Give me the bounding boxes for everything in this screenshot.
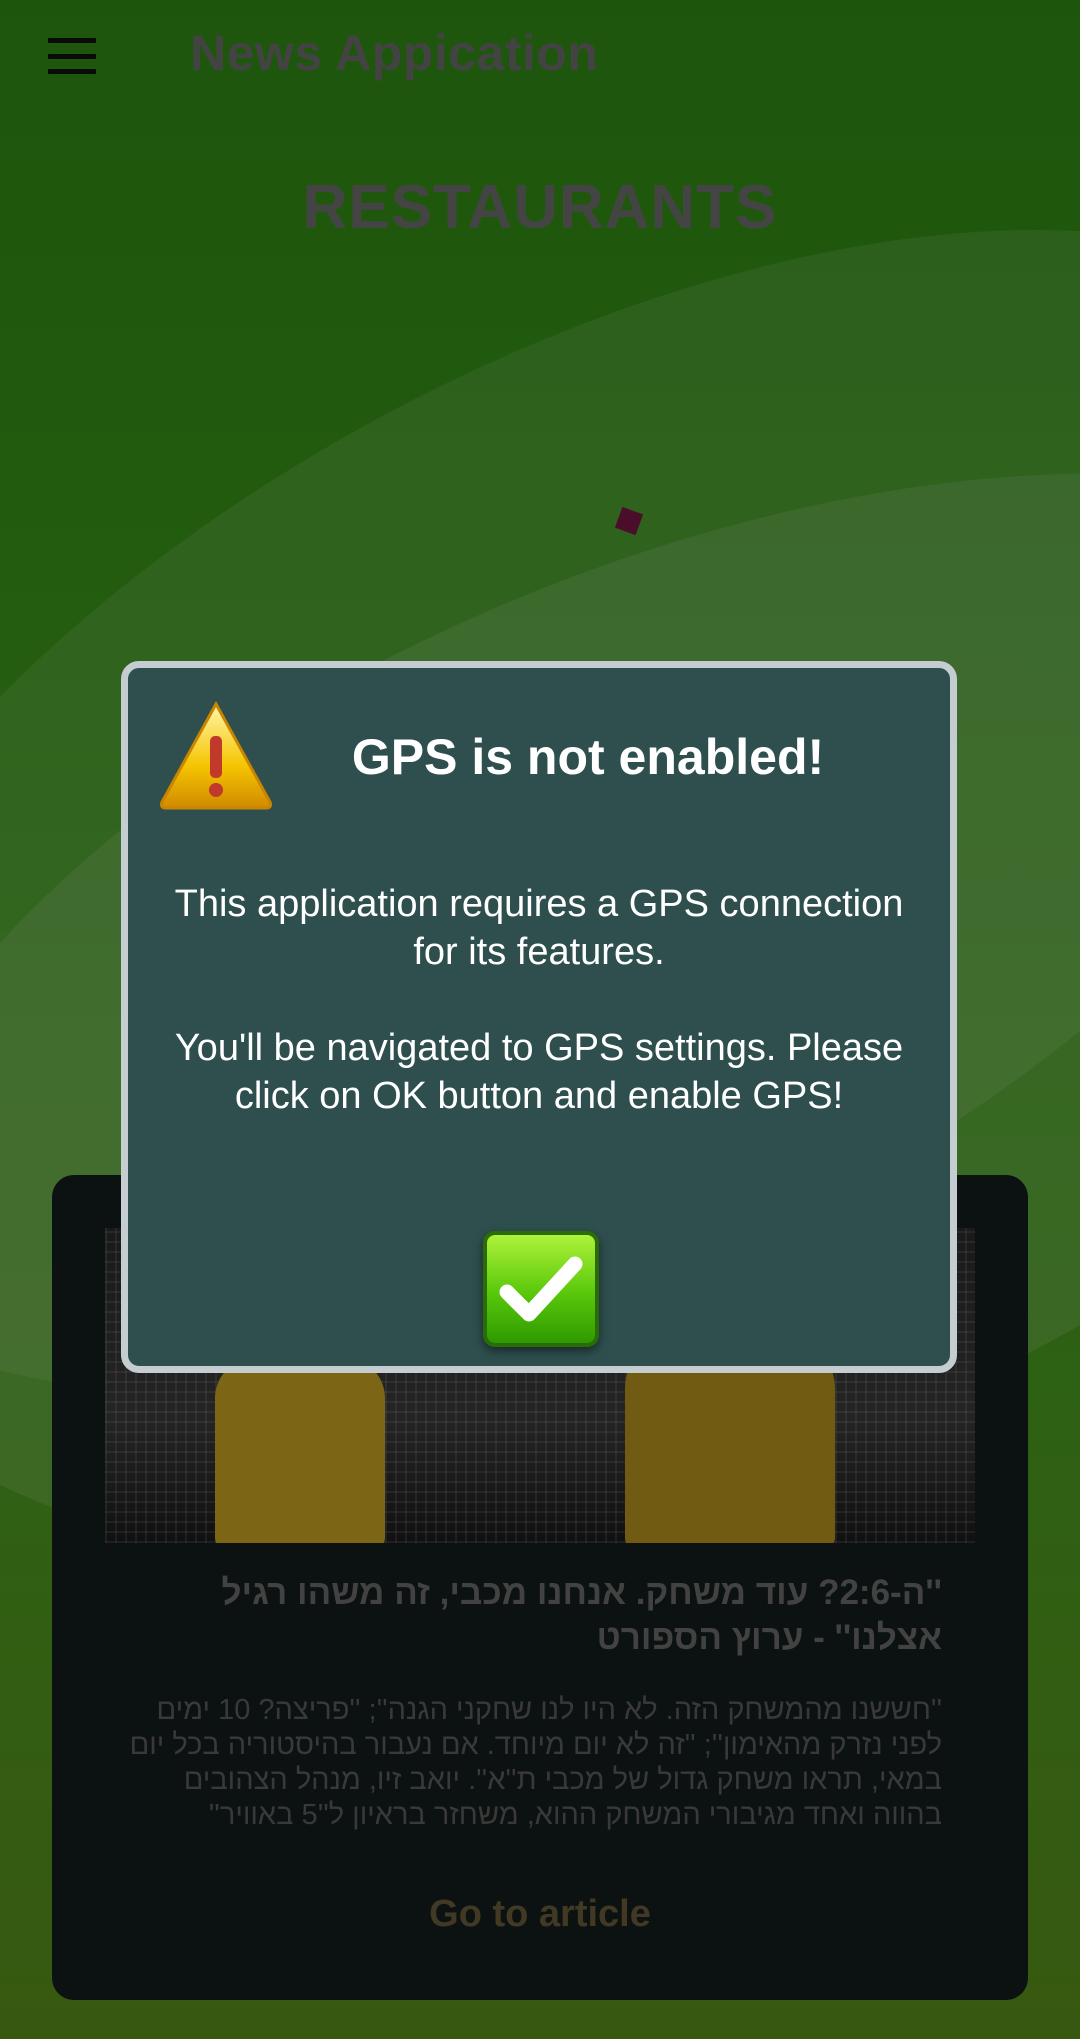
dialog-message: This application requires a GPS connecti… — [168, 880, 910, 1120]
warning-icon — [160, 700, 272, 810]
dialog-message-line: You'll be navigated to GPS settings. Ple… — [174, 1027, 904, 1117]
ok-button[interactable] — [483, 1231, 599, 1347]
screen: News Appication RESTAURANTS ''ה-2:6? עוד… — [0, 0, 1080, 2039]
gps-alert-dialog: GPS is not enabled! This application req… — [121, 661, 957, 1373]
checkmark-icon — [499, 1256, 583, 1322]
dialog-title: GPS is not enabled! — [351, 729, 825, 785]
dialog-message-line: This application requires a GPS connecti… — [174, 883, 904, 973]
